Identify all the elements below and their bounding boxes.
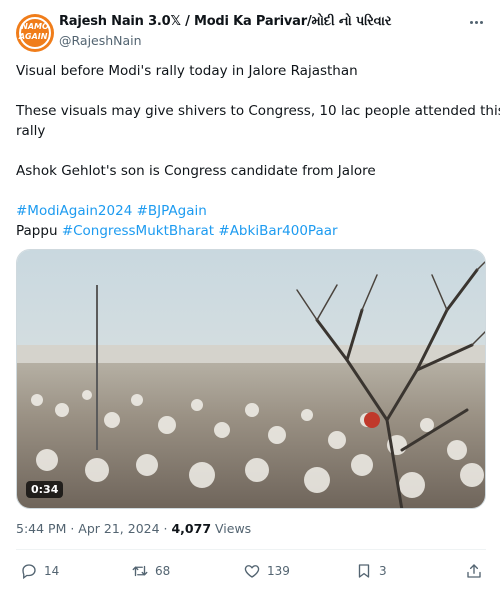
repost-button[interactable]: 68 xyxy=(131,562,170,580)
tweet-text: Visual before Modi's rally today in Jalo… xyxy=(16,61,500,241)
share-button[interactable] xyxy=(465,562,483,580)
tweet-date[interactable]: Apr 21, 2024 xyxy=(78,521,159,536)
video-player[interactable] xyxy=(16,249,486,509)
repost-count: 68 xyxy=(155,564,171,578)
bookmark-icon xyxy=(358,564,370,578)
tweet-line-2: These visuals may give shivers to Congre… xyxy=(16,103,500,119)
video-duration-badge: 0:34 xyxy=(26,481,64,498)
hashtag-abkibar400paar[interactable]: #AbkiBar400Paar xyxy=(218,223,337,239)
tweet-line-1: Visual before Modi's rally today in Jalo… xyxy=(16,63,358,79)
avatar-text-2: AGAIN! xyxy=(18,32,52,41)
tweet-line-4: Ashok Gehlot's son is Congress candidate… xyxy=(16,163,376,179)
like-count: 139 xyxy=(267,564,290,578)
tweet-line-3: rally xyxy=(16,123,46,139)
avatar-text-1: NAMO xyxy=(21,22,49,31)
avatar[interactable]: NAMO AGAIN! xyxy=(16,14,54,52)
share-icon xyxy=(467,564,481,578)
views-count: 4,077 xyxy=(171,521,212,536)
author-handle[interactable]: @RajeshNain xyxy=(59,33,142,48)
tweet-meta: 5:44 PM · Apr 21, 2024 · 4,077 Views xyxy=(16,521,251,536)
reply-icon xyxy=(22,564,36,580)
bookmark-count: 3 xyxy=(379,564,387,578)
reply-button[interactable]: 14 xyxy=(20,562,59,580)
more-icon[interactable] xyxy=(464,10,488,34)
like-button[interactable]: 139 xyxy=(243,562,290,580)
author-display-name[interactable]: Rajesh Nain 3.0𝕏 / Modi Ka Parivar/મોદી … xyxy=(59,14,391,29)
meta-separator-2: · xyxy=(159,521,172,536)
hashtag-modiagain2024[interactable]: #ModiAgain2024 xyxy=(16,203,132,219)
meta-separator: · xyxy=(66,521,79,536)
hashtag-line-1: #ModiAgain2024 #BJPAgain xyxy=(16,201,486,221)
like-icon xyxy=(244,565,260,578)
tweet-time[interactable]: 5:44 PM xyxy=(16,521,66,536)
divider xyxy=(16,549,486,550)
repost-icon xyxy=(132,565,148,577)
hashtag-congressmuktbharat[interactable]: #CongressMuktBharat xyxy=(62,223,214,239)
video-frame xyxy=(17,250,485,508)
pappu-text: Pappu xyxy=(16,223,58,239)
hashtag-bjpagain[interactable]: #BJPAgain xyxy=(137,203,207,219)
bookmark-button[interactable]: 3 xyxy=(355,562,387,580)
views-label: Views xyxy=(215,521,252,536)
hashtag-line-2: Pappu #CongressMuktBharat #AbkiBar400Paa… xyxy=(16,221,486,241)
reply-count: 14 xyxy=(44,564,60,578)
